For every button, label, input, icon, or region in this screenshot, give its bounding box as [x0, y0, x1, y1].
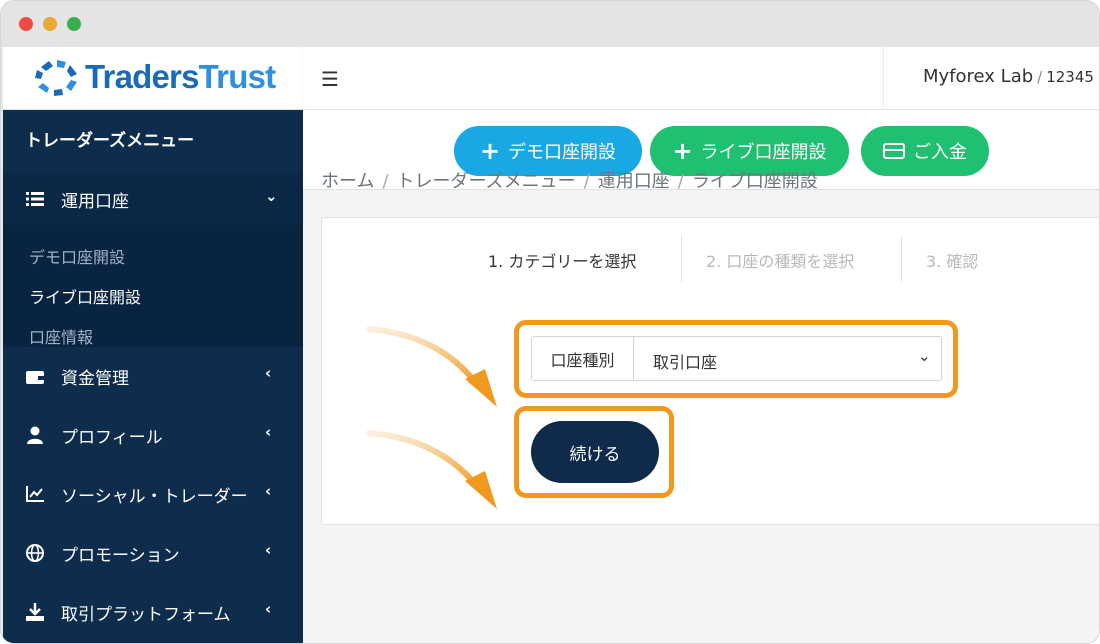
- sidebar-item-label: 運用口座: [61, 192, 129, 212]
- top-header: ☰ Myforex Lab/12345: [303, 47, 1099, 110]
- breadcrumb-home[interactable]: ホーム: [321, 171, 374, 192]
- step-divider: [681, 236, 682, 282]
- sidebar-item-funds[interactable]: 資金管理 ‹: [3, 347, 303, 405]
- account-type-label: 口座種別: [532, 337, 634, 380]
- wallet-icon: [25, 366, 45, 386]
- annotation-arrows: [366, 326, 497, 509]
- highlight-frame-select: 口座種別 取引口座 ⌄: [514, 320, 958, 398]
- sidebar-item-promotion[interactable]: プロモーション ‹: [3, 524, 303, 582]
- close-window-button[interactable]: [19, 17, 33, 31]
- minimize-window-button[interactable]: [43, 17, 57, 31]
- title-bar: [1, 1, 1099, 47]
- chart-icon: [25, 484, 45, 504]
- app-window: TradersTrust トレーダーズメニュー 運用口座 ⌄ デモ口座開設 ライ…: [0, 0, 1100, 644]
- breadcrumb-traders-menu[interactable]: トレーダーズメニュー: [397, 171, 576, 192]
- sidebar-item-label: プロフィール: [61, 428, 163, 448]
- sidebar-item-label: プロモーション: [61, 546, 180, 566]
- user-icon: [25, 425, 45, 445]
- sidebar-subitem-account-info[interactable]: 口座情報: [29, 324, 93, 348]
- list-icon: [25, 189, 45, 209]
- maximize-window-button[interactable]: [67, 17, 81, 31]
- logo-icon: [35, 60, 77, 96]
- chevron-left-icon: ‹: [265, 541, 272, 559]
- continue-button[interactable]: 続ける: [531, 421, 659, 483]
- chevron-down-icon: ⌄: [265, 187, 278, 205]
- account-type-select[interactable]: 口座種別 取引口座 ⌄: [531, 336, 942, 381]
- chevron-left-icon: ‹: [265, 423, 272, 441]
- brand-name: TradersTrust: [85, 58, 276, 95]
- plus-icon: +: [479, 137, 501, 165]
- step-divider: [901, 236, 902, 282]
- chevron-left-icon: ‹: [265, 600, 272, 618]
- download-icon: [25, 602, 45, 622]
- sidebar-item-profile[interactable]: プロフィール ‹: [3, 406, 303, 464]
- sidebar-item-label: 資金管理: [61, 369, 129, 389]
- sidebar: トレーダーズメニュー 運用口座 ⌄ デモ口座開設 ライブ口座開設 口座情報 資金…: [3, 110, 303, 643]
- user-menu[interactable]: Myforex Lab/12345: [923, 66, 1094, 87]
- sidebar-subitem-demo-account[interactable]: デモ口座開設: [29, 244, 125, 268]
- sidebar-item-trading-platform[interactable]: 取引プラットフォーム ‹: [3, 583, 303, 641]
- menu-toggle-icon[interactable]: ☰: [321, 67, 339, 91]
- breadcrumb-current: ライブ口座開設: [691, 171, 818, 192]
- globe-icon: [25, 543, 45, 563]
- arrow-icon: [366, 326, 497, 407]
- chevron-down-icon: ⌄: [918, 347, 931, 365]
- step-3-confirm: 3. 確認: [926, 252, 979, 271]
- highlight-frame-button: 続ける: [514, 406, 674, 498]
- brand-logo[interactable]: TradersTrust: [3, 47, 303, 110]
- chevron-left-icon: ‹: [265, 364, 272, 382]
- sidebar-item-accounts[interactable]: 運用口座 ⌄: [3, 173, 303, 225]
- breadcrumb-accounts[interactable]: 運用口座: [598, 171, 670, 192]
- sidebar-subitem-live-account[interactable]: ライブ口座開設: [29, 284, 141, 308]
- sidebar-item-label: ソーシャル・トレーダー: [61, 487, 248, 507]
- header-divider: [883, 47, 884, 110]
- step-1-category: 1. カテゴリーを選択: [488, 252, 637, 271]
- credit-card-icon: [883, 143, 905, 159]
- arrow-icon: [366, 430, 497, 509]
- deposit-button[interactable]: ご入金: [861, 126, 989, 176]
- sidebar-title: トレーダーズメニュー: [25, 131, 195, 151]
- sidebar-item-social-trader[interactable]: ソーシャル・トレーダー ‹: [3, 465, 303, 523]
- chevron-left-icon: ‹: [265, 482, 272, 500]
- account-type-value: 取引口座: [653, 353, 718, 372]
- sidebar-item-label: 取引プラットフォーム: [61, 605, 231, 625]
- breadcrumb: ホーム / トレーダーズメニュー / 運用口座 / ライブ口座開設: [321, 171, 818, 192]
- plus-icon: +: [672, 137, 693, 165]
- step-2-account-type: 2. 口座の種類を選択: [706, 252, 855, 271]
- sidebar-group-accounts: 運用口座 ⌄ デモ口座開設 ライブ口座開設 口座情報: [3, 173, 303, 347]
